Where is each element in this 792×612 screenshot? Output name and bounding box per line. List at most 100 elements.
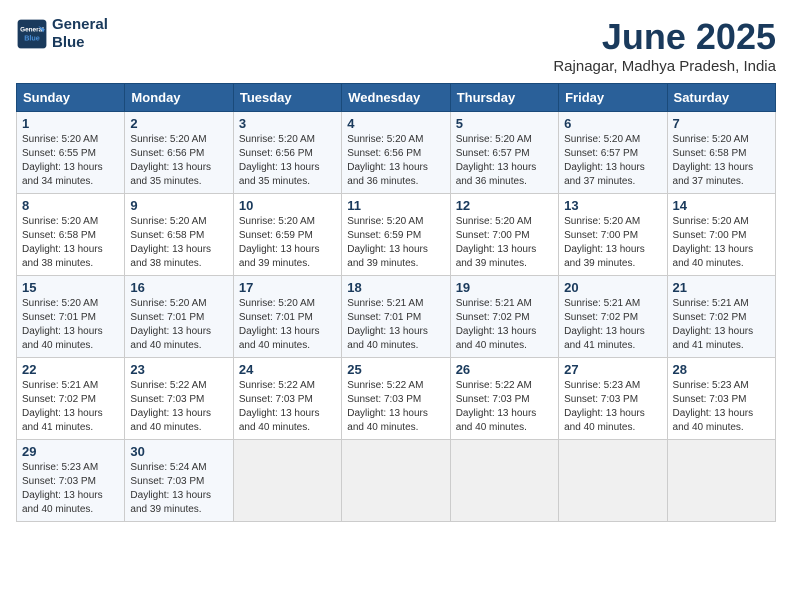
day-info: Sunrise: 5:22 AMSunset: 7:03 PMDaylight:… xyxy=(239,380,320,433)
header-tuesday: Tuesday xyxy=(233,84,341,112)
day-number: 24 xyxy=(239,362,336,377)
calendar-subtitle: Rajnagar, Madhya Pradesh, India xyxy=(553,58,776,75)
day-number: 23 xyxy=(130,362,227,377)
day-info: Sunrise: 5:20 AMSunset: 7:00 PMDaylight:… xyxy=(456,216,537,269)
calendar-cell: 18Sunrise: 5:21 AMSunset: 7:01 PMDayligh… xyxy=(342,276,450,358)
week-row-3: 15Sunrise: 5:20 AMSunset: 7:01 PMDayligh… xyxy=(17,276,776,358)
calendar-cell: 2 Sunrise: 5:20 AMSunset: 6:56 PMDaylight… xyxy=(125,112,233,194)
calendar-cell: 24 Sunrise: 5:22 AMSunset: 7:03 PMDayligh… xyxy=(233,358,341,440)
calendar-cell: 27 Sunrise: 5:23 AMSunset: 7:03 PMDayligh… xyxy=(559,358,667,440)
week-row-2: 8 Sunrise: 5:20 AMSunset: 6:58 PMDaylight… xyxy=(17,194,776,276)
day-info: Sunrise: 5:20 AMSunset: 6:56 PMDaylight:… xyxy=(130,134,211,187)
calendar-cell: 14Sunrise: 5:20 AMSunset: 7:00 PMDayligh… xyxy=(667,194,775,276)
day-info: Sunrise: 5:20 AMSunset: 6:59 PMDaylight:… xyxy=(347,216,428,269)
logo: General Blue General Blue xyxy=(16,16,108,52)
day-info: Sunrise: 5:20 AMSunset: 6:55 PMDaylight:… xyxy=(22,134,103,187)
day-info: Sunrise: 5:22 AMSunset: 7:03 PMDaylight:… xyxy=(456,380,537,433)
calendar-cell: 20 Sunrise: 5:21 AMSunset: 7:02 PMDayligh… xyxy=(559,276,667,358)
calendar-cell: 16 Sunrise: 5:20 AMSunset: 7:01 PMDayligh… xyxy=(125,276,233,358)
calendar-cell: 30Sunrise: 5:24 AMSunset: 7:03 PMDayligh… xyxy=(125,440,233,522)
day-info: Sunrise: 5:22 AMSunset: 7:03 PMDaylight:… xyxy=(347,380,428,433)
day-number: 9 xyxy=(130,198,227,213)
calendar-header: SundayMondayTuesdayWednesdayThursdayFrid… xyxy=(17,84,776,112)
calendar-cell xyxy=(667,440,775,522)
calendar-cell: 8 Sunrise: 5:20 AMSunset: 6:58 PMDaylight… xyxy=(17,194,125,276)
calendar-cell: 11 Sunrise: 5:20 AMSunset: 6:59 PMDayligh… xyxy=(342,194,450,276)
day-info: Sunrise: 5:20 AMSunset: 6:56 PMDaylight:… xyxy=(239,134,320,187)
day-info: Sunrise: 5:22 AMSunset: 7:03 PMDaylight:… xyxy=(130,380,211,433)
day-number: 6 xyxy=(564,116,661,131)
calendar-cell: 6 Sunrise: 5:20 AMSunset: 6:57 PMDaylight… xyxy=(559,112,667,194)
day-number: 2 xyxy=(130,116,227,131)
week-row-4: 22 Sunrise: 5:21 AMSunset: 7:02 PMDayligh… xyxy=(17,358,776,440)
header-sunday: Sunday xyxy=(17,84,125,112)
calendar-cell: 17 Sunrise: 5:20 AMSunset: 7:01 PMDayligh… xyxy=(233,276,341,358)
day-info: Sunrise: 5:20 AMSunset: 7:01 PMDaylight:… xyxy=(130,298,211,351)
calendar-cell: 21Sunrise: 5:21 AMSunset: 7:02 PMDayligh… xyxy=(667,276,775,358)
day-number: 30 xyxy=(130,444,227,459)
day-number: 19 xyxy=(456,280,553,295)
week-row-5: 29 Sunrise: 5:23 AMSunset: 7:03 PMDayligh… xyxy=(17,440,776,522)
day-info: Sunrise: 5:21 AMSunset: 7:02 PMDaylight:… xyxy=(456,298,537,351)
logo-text-line2: Blue xyxy=(52,34,108,52)
day-number: 11 xyxy=(347,198,444,213)
day-number: 27 xyxy=(564,362,661,377)
calendar-cell: 15Sunrise: 5:20 AMSunset: 7:01 PMDayligh… xyxy=(17,276,125,358)
calendar-cell xyxy=(233,440,341,522)
day-info: Sunrise: 5:21 AMSunset: 7:02 PMDaylight:… xyxy=(22,380,103,433)
calendar-cell: 28 Sunrise: 5:23 AMSunset: 7:03 PMDayligh… xyxy=(667,358,775,440)
calendar-cell: 1Sunrise: 5:20 AMSunset: 6:55 PMDaylight… xyxy=(17,112,125,194)
calendar-cell: 5 Sunrise: 5:20 AMSunset: 6:57 PMDaylight… xyxy=(450,112,558,194)
calendar-cell: 19 Sunrise: 5:21 AMSunset: 7:02 PMDayligh… xyxy=(450,276,558,358)
calendar-cell xyxy=(342,440,450,522)
day-number: 17 xyxy=(239,280,336,295)
header-wednesday: Wednesday xyxy=(342,84,450,112)
calendar-title: June 2025 xyxy=(553,16,776,58)
header-thursday: Thursday xyxy=(450,84,558,112)
calendar-cell: 26 Sunrise: 5:22 AMSunset: 7:03 PMDayligh… xyxy=(450,358,558,440)
day-number: 4 xyxy=(347,116,444,131)
header-row: SundayMondayTuesdayWednesdayThursdayFrid… xyxy=(17,84,776,112)
header-saturday: Saturday xyxy=(667,84,775,112)
day-number: 20 xyxy=(564,280,661,295)
day-number: 28 xyxy=(673,362,770,377)
header-friday: Friday xyxy=(559,84,667,112)
calendar-cell: 23 Sunrise: 5:22 AMSunset: 7:03 PMDayligh… xyxy=(125,358,233,440)
day-number: 26 xyxy=(456,362,553,377)
calendar-cell: 22 Sunrise: 5:21 AMSunset: 7:02 PMDayligh… xyxy=(17,358,125,440)
day-number: 5 xyxy=(456,116,553,131)
day-info: Sunrise: 5:20 AMSunset: 7:01 PMDaylight:… xyxy=(22,298,103,351)
day-info: Sunrise: 5:20 AMSunset: 6:57 PMDaylight:… xyxy=(456,134,537,187)
day-info: Sunrise: 5:20 AMSunset: 6:58 PMDaylight:… xyxy=(130,216,211,269)
day-number: 16 xyxy=(130,280,227,295)
calendar-cell: 12 Sunrise: 5:20 AMSunset: 7:00 PMDayligh… xyxy=(450,194,558,276)
calendar-cell: 4Sunrise: 5:20 AMSunset: 6:56 PMDaylight… xyxy=(342,112,450,194)
day-number: 25 xyxy=(347,362,444,377)
week-row-1: 1Sunrise: 5:20 AMSunset: 6:55 PMDaylight… xyxy=(17,112,776,194)
day-number: 29 xyxy=(22,444,119,459)
header-monday: Monday xyxy=(125,84,233,112)
day-number: 21 xyxy=(673,280,770,295)
day-info: Sunrise: 5:23 AMSunset: 7:03 PMDaylight:… xyxy=(22,462,103,515)
day-info: Sunrise: 5:20 AMSunset: 6:57 PMDaylight:… xyxy=(564,134,645,187)
day-number: 13 xyxy=(564,198,661,213)
day-number: 22 xyxy=(22,362,119,377)
calendar-cell: 13Sunrise: 5:20 AMSunset: 7:00 PMDayligh… xyxy=(559,194,667,276)
calendar-cell: 9 Sunrise: 5:20 AMSunset: 6:58 PMDaylight… xyxy=(125,194,233,276)
calendar-cell: 29 Sunrise: 5:23 AMSunset: 7:03 PMDayligh… xyxy=(17,440,125,522)
calendar-cell: 10Sunrise: 5:20 AMSunset: 6:59 PMDayligh… xyxy=(233,194,341,276)
day-info: Sunrise: 5:20 AMSunset: 6:58 PMDaylight:… xyxy=(673,134,754,187)
day-number: 8 xyxy=(22,198,119,213)
day-info: Sunrise: 5:23 AMSunset: 7:03 PMDaylight:… xyxy=(564,380,645,433)
day-number: 14 xyxy=(673,198,770,213)
day-info: Sunrise: 5:20 AMSunset: 7:01 PMDaylight:… xyxy=(239,298,320,351)
day-info: Sunrise: 5:20 AMSunset: 6:58 PMDaylight:… xyxy=(22,216,103,269)
calendar-body: 1Sunrise: 5:20 AMSunset: 6:55 PMDaylight… xyxy=(17,112,776,522)
calendar-cell: 7 Sunrise: 5:20 AMSunset: 6:58 PMDaylight… xyxy=(667,112,775,194)
calendar-table: SundayMondayTuesdayWednesdayThursdayFrid… xyxy=(16,83,776,522)
day-number: 7 xyxy=(673,116,770,131)
day-number: 12 xyxy=(456,198,553,213)
day-info: Sunrise: 5:23 AMSunset: 7:03 PMDaylight:… xyxy=(673,380,754,433)
calendar-cell: 25 Sunrise: 5:22 AMSunset: 7:03 PMDayligh… xyxy=(342,358,450,440)
day-info: Sunrise: 5:21 AMSunset: 7:02 PMDaylight:… xyxy=(564,298,645,351)
